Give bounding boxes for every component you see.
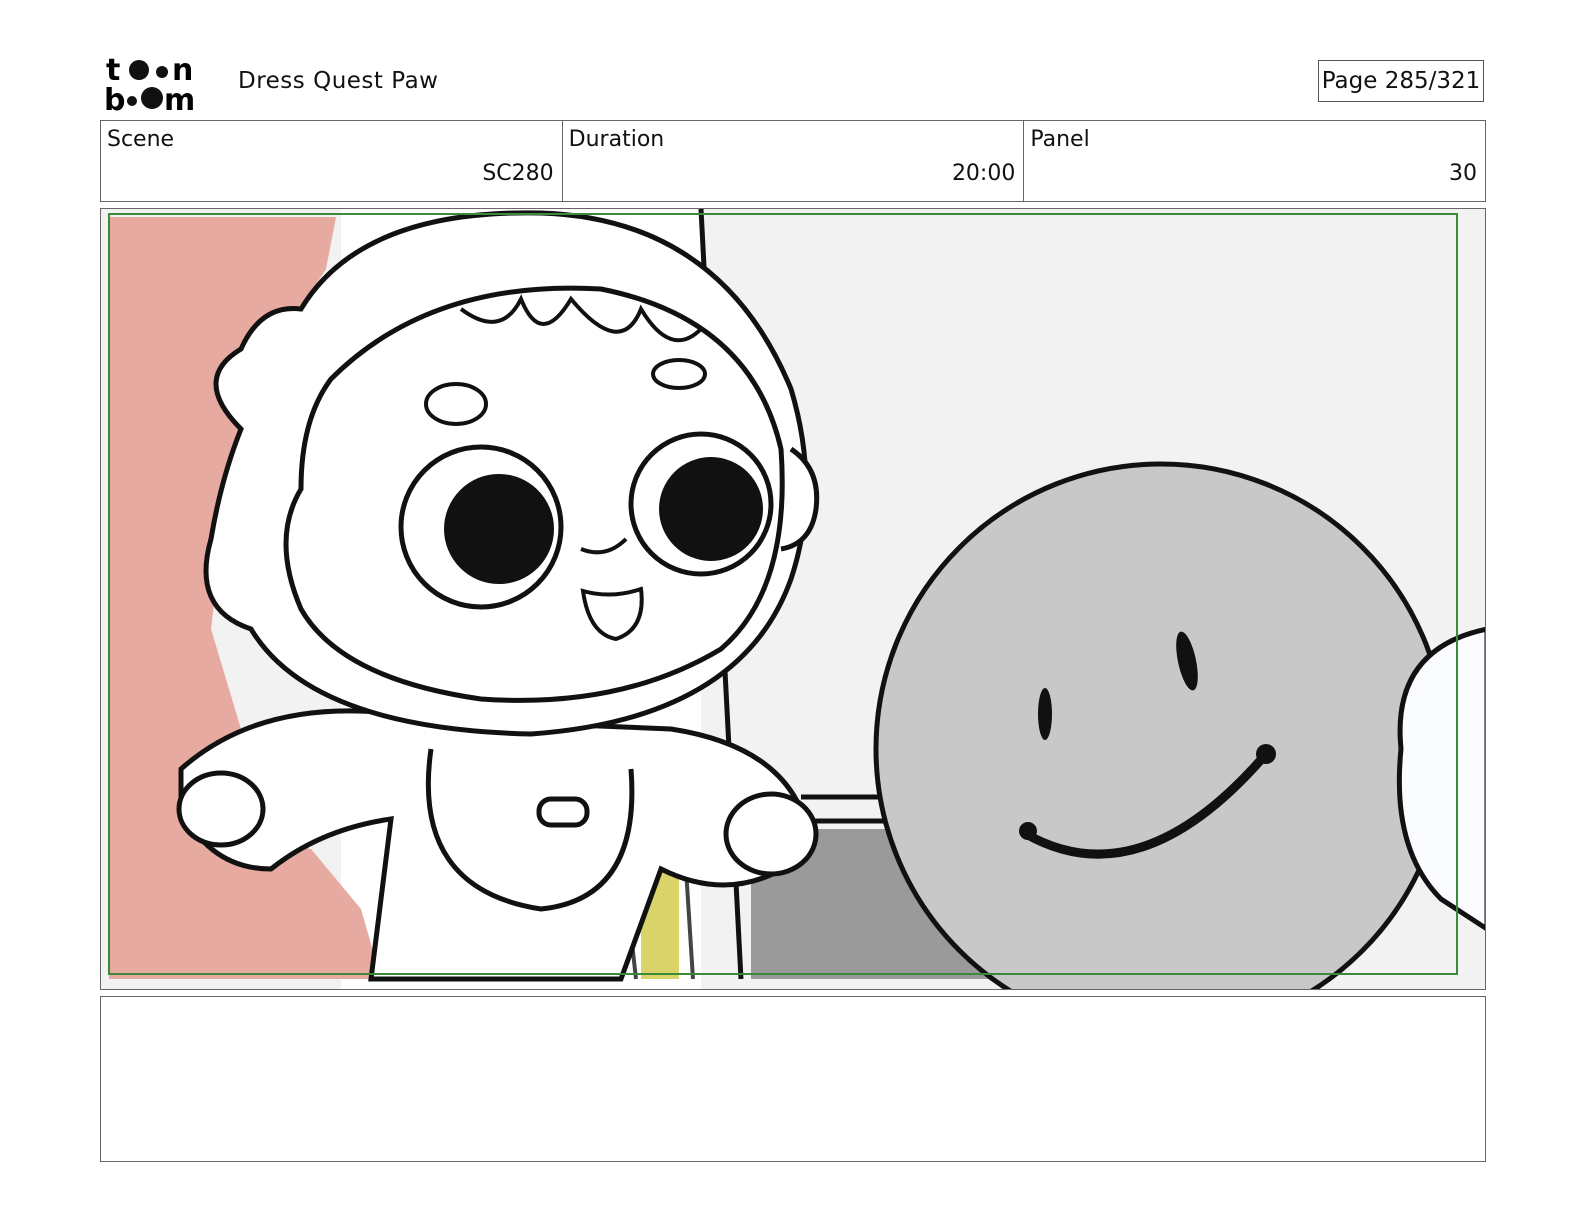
panel-cell: Panel 30 xyxy=(1024,121,1485,201)
panel-info-table: Scene SC280 Duration 20:00 Panel 30 xyxy=(100,120,1486,202)
duration-cell: Duration 20:00 xyxy=(563,121,1025,201)
svg-text:m: m xyxy=(164,83,195,112)
scene-label: Scene xyxy=(107,127,175,152)
scene-cell: Scene SC280 xyxy=(101,121,563,201)
panel-notes-area xyxy=(100,996,1486,1162)
duration-value: 20:00 xyxy=(951,161,1016,186)
duration-label: Duration xyxy=(568,127,665,152)
scene-value: SC280 xyxy=(482,161,554,186)
panel-label: Panel xyxy=(1030,127,1090,152)
toonboom-logo: t n b m xyxy=(104,53,195,112)
page-indicator: Page 285/321 xyxy=(1318,60,1484,102)
panel-value: 30 xyxy=(1449,161,1478,186)
project-title: Dress Quest Paw xyxy=(238,68,439,94)
storyboard-panel xyxy=(100,208,1486,990)
svg-text:b: b xyxy=(104,83,125,112)
panel-artwork xyxy=(101,209,1485,989)
smiley-ball xyxy=(873,461,1449,989)
